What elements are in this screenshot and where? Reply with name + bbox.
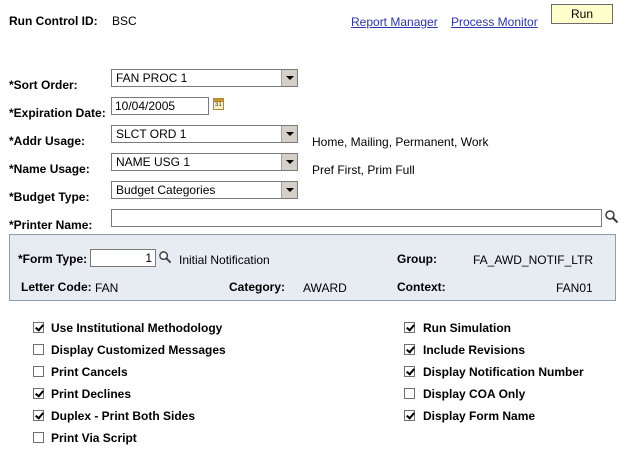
run-button[interactable]: Run [551,4,613,24]
name-usage-select[interactable]: NAME USG 1 [111,153,298,171]
chevron-down-icon[interactable] [281,126,297,142]
form-type-description: Initial Notification [179,253,270,267]
duplex-print-both-sides-checkbox[interactable] [33,410,44,421]
display-coa-only-label: Display COA Only [423,387,526,401]
addr-usage-label: *Addr Usage: [9,134,86,148]
expiration-date-input[interactable]: 10/04/2005 [111,97,209,115]
sort-order-select[interactable]: FAN PROC 1 [111,69,298,87]
include-revisions-checkbox[interactable] [404,344,415,355]
form-type-label: *Form Type: [18,252,88,266]
form-type-panel: *Form Type: 1 Initial Notification Group… [9,234,616,301]
process-monitor-link[interactable]: Process Monitor [451,15,538,29]
addr-usage-description: Home, Mailing, Permanent, Work [312,135,489,149]
form-type-value: 1 [145,251,152,265]
report-manager-link[interactable]: Report Manager [351,15,438,29]
category-label: Category: [229,280,286,294]
printer-name-label: *Printer Name: [9,218,93,232]
include-revisions-label: Include Revisions [423,343,526,357]
context-value: FAN01 [556,281,593,295]
use-institutional-methodology-label: Use Institutional Methodology [51,321,223,335]
magnifier-icon[interactable] [604,209,619,224]
budget-type-label: *Budget Type: [9,190,90,204]
addr-usage-select[interactable]: SLCT ORD 1 [111,125,298,143]
chevron-down-icon[interactable] [281,154,297,170]
letter-code-label: Letter Code: [21,280,92,294]
group-value: FA_AWD_NOTIF_LTR [473,253,594,267]
display-form-name-label: Display Form Name [423,409,536,423]
group-label: Group: [397,252,437,266]
expiration-date-label: *Expiration Date: [9,106,106,120]
run-control-value: BSC [112,14,137,28]
magnifier-icon[interactable] [158,250,172,264]
chevron-down-icon[interactable] [281,182,297,198]
chevron-down-icon[interactable] [281,70,297,86]
duplex-print-both-sides-label: Duplex - Print Both Sides [51,409,196,423]
name-usage-label: *Name Usage: [9,162,90,176]
budget-type-select[interactable]: Budget Categories [111,181,298,199]
display-customized-messages-label: Display Customized Messages [51,343,226,357]
display-form-name-checkbox[interactable] [404,410,415,421]
run-simulation-checkbox[interactable] [404,322,415,333]
form-type-input[interactable]: 1 [90,249,156,267]
print-declines-checkbox[interactable] [33,388,44,399]
display-notification-number-checkbox[interactable] [404,366,415,377]
sort-order-label: *Sort Order: [9,78,78,92]
calendar-icon[interactable] [213,98,224,110]
name-usage-description: Pref First, Prim Full [312,163,415,177]
addr-usage-value: SLCT ORD 1 [116,127,187,141]
run-control-label: Run Control ID: [9,14,98,28]
sort-order-value: FAN PROC 1 [116,71,188,85]
print-cancels-label: Print Cancels [51,365,128,379]
expiration-date-value: 10/04/2005 [115,99,176,113]
budget-type-value: Budget Categories [116,183,216,197]
display-notification-number-label: Display Notification Number [423,365,584,379]
page: { "header": { "run_control_label": "Run … [0,0,633,455]
name-usage-value: NAME USG 1 [116,155,191,169]
print-via-script-label: Print Via Script [51,431,137,445]
print-via-script-checkbox[interactable] [33,432,44,443]
use-institutional-methodology-checkbox[interactable] [33,322,44,333]
printer-name-input[interactable] [111,209,602,227]
print-declines-label: Print Declines [51,387,132,401]
letter-code-value: FAN [95,281,119,295]
display-customized-messages-checkbox[interactable] [33,344,44,355]
print-cancels-checkbox[interactable] [33,366,44,377]
context-label: Context: [397,280,446,294]
category-value: AWARD [303,281,347,295]
display-coa-only-checkbox[interactable] [404,388,415,399]
run-simulation-label: Run Simulation [423,321,511,335]
